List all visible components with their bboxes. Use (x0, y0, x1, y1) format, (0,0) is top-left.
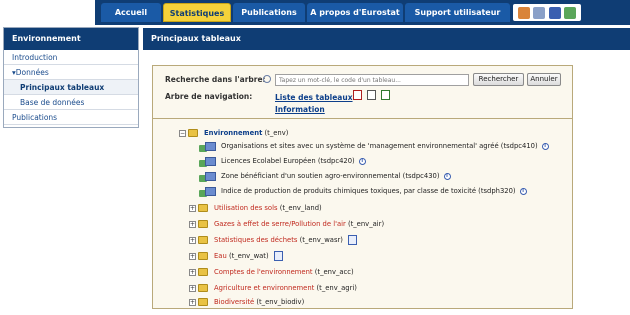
expand-icon[interactable]: + (189, 284, 196, 292)
info-icon[interactable]: i (519, 187, 527, 195)
database-icon[interactable] (564, 6, 577, 19)
dataset-item[interactable]: Licences Ecolabel Européen (tsdpc420) i (199, 155, 366, 167)
dataset-item[interactable]: Organisations et sites avec un système d… (199, 140, 549, 152)
sidebar-item-publications[interactable]: Publications (4, 110, 138, 125)
tree-folder[interactable]: + Eau (t_env_wat) (189, 250, 283, 262)
dataset-icon (199, 171, 216, 182)
tree-folder[interactable]: + Gazes à effet de serre/Pollution de l'a… (189, 218, 384, 230)
info-icon[interactable]: i (541, 142, 549, 150)
search-area: Recherche dans l'arbre: Rechercher Annul… (153, 66, 572, 119)
search-icon (263, 75, 271, 83)
folder-icon (198, 268, 208, 276)
top-navigation: Accueil Statistiques Publications A prop… (0, 0, 630, 25)
expand-icon[interactable]: + (189, 252, 196, 260)
folder-code: (t_env_agri) (316, 284, 357, 292)
folder-code: (t_env_wasr) (299, 236, 343, 244)
folder-icon (198, 204, 208, 212)
table-icon[interactable] (347, 235, 357, 245)
user-icon[interactable] (517, 6, 530, 19)
tab-statistiques[interactable]: Statistiques (163, 3, 231, 22)
spreadsheet-icon[interactable] (381, 90, 390, 100)
cancel-button[interactable]: Annuler (527, 73, 561, 86)
folder-title[interactable]: Gazes à effet de serre/Pollution de l'ai… (214, 220, 346, 228)
dataset-label[interactable]: Organisations et sites avec un système d… (221, 142, 538, 150)
search-label: Recherche dans l'arbre: (165, 75, 266, 84)
expand-icon[interactable]: + (189, 298, 196, 306)
page-title: Principaux tableaux (143, 28, 630, 50)
folder-title[interactable]: Agriculture et environnement (214, 284, 314, 292)
folder-title[interactable]: Comptes de l'environnement (214, 268, 313, 276)
search-input[interactable] (275, 74, 469, 86)
dataset-item[interactable]: Zone bénéficiant d'un soutien agro-envir… (199, 170, 451, 182)
tree-root[interactable]: − Environnement (t_env) (179, 127, 288, 139)
info-icon[interactable]: i (443, 172, 451, 180)
list-tables-link[interactable]: Liste des tableaux (275, 93, 353, 102)
folder-code: (t_env_acc) (314, 268, 354, 276)
tab-publications[interactable]: Publications (233, 3, 305, 22)
nav-tree-label: Arbre de navigation: (165, 92, 253, 101)
folder-icon (198, 284, 208, 292)
folder-title[interactable]: Biodiversité (214, 298, 254, 306)
pdf-icon[interactable] (353, 90, 362, 100)
tree-root-title[interactable]: Environnement (204, 129, 262, 137)
sidebar-item-principaux-tableaux[interactable]: Principaux tableaux (4, 80, 138, 95)
tree-panel: Recherche dans l'arbre: Rechercher Annul… (152, 65, 573, 309)
calendar-icon[interactable] (548, 6, 561, 19)
folder-code: (t_env_air) (347, 220, 385, 228)
dataset-item[interactable]: Indice de production de produits chimiqu… (199, 185, 527, 197)
collapse-icon[interactable]: − (179, 129, 186, 137)
dataset-label[interactable]: Licences Ecolabel Européen (tsdpc420) (221, 157, 355, 165)
information-link[interactable]: Information (275, 105, 325, 114)
expand-icon[interactable]: + (189, 236, 196, 244)
left-sidebar: Environnement Introduction ▾Données Prin… (3, 27, 139, 128)
folder-icon (198, 298, 208, 306)
tab-accueil[interactable]: Accueil (101, 3, 161, 22)
info-icon[interactable]: i (358, 157, 366, 165)
expand-icon[interactable]: + (189, 268, 196, 276)
folder-title[interactable]: Statistiques des déchets (214, 236, 297, 244)
dataset-label[interactable]: Zone bénéficiant d'un soutien agro-envir… (221, 172, 440, 180)
folder-open-icon (188, 129, 198, 137)
sidebar-item-introduction[interactable]: Introduction (4, 50, 138, 65)
tab-support-utilisateur[interactable]: Support utilisateur (405, 3, 510, 22)
tree-folder[interactable]: + Utilisation des sols (t_env_land) (189, 202, 322, 214)
sidebar-item-base-de-donnees[interactable]: Base de données (4, 95, 138, 110)
search-icon[interactable] (533, 6, 546, 19)
sidebar-title: Environnement (4, 28, 138, 50)
tree-folder[interactable]: + Agriculture et environnement (t_env_agr… (189, 282, 357, 294)
dataset-label[interactable]: Indice de production de produits chimiqu… (221, 187, 516, 195)
expand-icon[interactable]: + (189, 220, 196, 228)
tree-root-code: (t_env) (264, 129, 289, 137)
search-button[interactable]: Rechercher (473, 73, 524, 86)
folder-icon (198, 220, 208, 228)
folder-code: (t_env_land) (279, 204, 322, 212)
tree-folder[interactable]: + Statistiques des déchets (t_env_wasr) (189, 234, 357, 246)
dataset-icon (199, 141, 216, 152)
expand-icon[interactable]: + (189, 204, 196, 212)
folder-title[interactable]: Eau (214, 252, 227, 260)
folder-icon (198, 236, 208, 244)
dataset-icon (199, 186, 216, 197)
folder-title[interactable]: Utilisation des sols (214, 204, 278, 212)
table-icon[interactable] (273, 251, 283, 261)
nav-icon-group (513, 4, 581, 21)
document-icon[interactable] (367, 90, 376, 100)
dataset-icon (199, 156, 216, 167)
folder-code: (t_env_wat) (228, 252, 269, 260)
sidebar-item-donnees[interactable]: ▾Données (4, 65, 138, 80)
folder-code: (t_env_biodiv) (256, 298, 305, 306)
tree-folder[interactable]: + Comptes de l'environnement (t_env_acc) (189, 266, 354, 278)
folder-icon (198, 252, 208, 260)
tree-folder[interactable]: + Biodiversité (t_env_biodiv) (189, 296, 304, 308)
tab-a-propos[interactable]: A propos d'Eurostat (307, 3, 403, 22)
